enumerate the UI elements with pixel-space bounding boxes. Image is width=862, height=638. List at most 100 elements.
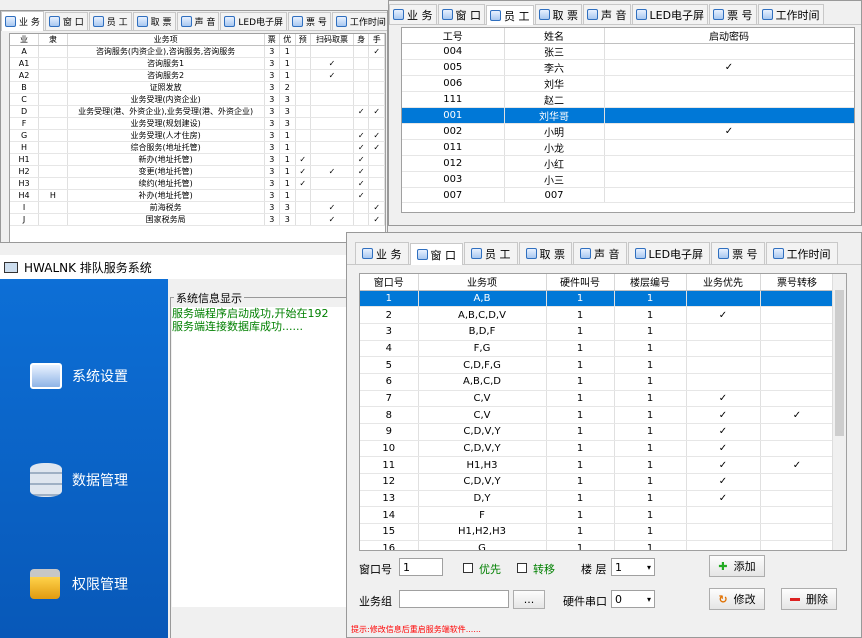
- column-header[interactable]: 票: [264, 34, 280, 46]
- group-field[interactable]: [399, 590, 509, 608]
- column-header[interactable]: 手: [368, 34, 385, 46]
- table-row[interactable]: C 业务受理(内资企业) 3 3: [10, 93, 385, 106]
- table-row[interactable]: 004 张三: [402, 43, 854, 60]
- nav-system-settings[interactable]: 系统设置: [30, 363, 128, 389]
- tab-7[interactable]: 工作时间: [331, 12, 387, 30]
- tab-5[interactable]: LED电子屏: [627, 242, 711, 264]
- add-button[interactable]: ✚ 添加: [709, 555, 765, 577]
- floor-select[interactable]: 1 ▾: [611, 558, 655, 576]
- window-grid[interactable]: 窗口号 业务项 硬件叫号 楼层编号 业务优先 票号转移 1 A,B 1 1 2 A,B,C,D,V 1 1…: [359, 273, 847, 551]
- table-row[interactable]: H3 续约(地址托管) 3 1 ✓ ✓: [10, 177, 385, 190]
- table-row[interactable]: A2 咨询服务2 3 1 ✓: [10, 69, 385, 82]
- table-row[interactable]: 11 H1,H3 1 1 ✓ ✓: [360, 456, 835, 475]
- column-header[interactable]: 窗口号: [360, 274, 419, 291]
- browse-button[interactable]: ...: [513, 590, 545, 609]
- tab-2[interactable]: 员 工: [486, 5, 534, 25]
- transfer-box[interactable]: [517, 563, 527, 573]
- table-row[interactable]: 002 小明 ✓: [402, 123, 854, 140]
- column-header[interactable]: 票号转移: [760, 274, 835, 291]
- tab-3[interactable]: 取 票: [132, 12, 176, 30]
- table-row[interactable]: 4 F,G 1 1: [360, 340, 835, 358]
- tab-3[interactable]: 取 票: [534, 4, 582, 24]
- tab-1[interactable]: 窗 口: [44, 12, 88, 30]
- nav-permission-management[interactable]: 权限管理: [30, 569, 128, 599]
- scrollbar-thumb[interactable]: [835, 290, 844, 436]
- table-row[interactable]: H 综合服务(地址托管) 3 1 ✓ ✓: [10, 141, 385, 154]
- table-row[interactable]: F 业务受理(规划建设) 3 3: [10, 117, 385, 130]
- vertical-scrollbar[interactable]: [832, 274, 846, 550]
- table-row[interactable]: A1 咨询服务1 3 1 ✓: [10, 57, 385, 70]
- column-header[interactable]: 业务项: [418, 274, 547, 291]
- table-row[interactable]: G 业务受理(人才住房) 3 1 ✓ ✓: [10, 129, 385, 142]
- table-row[interactable]: 16 G 1 1: [360, 540, 835, 550]
- table-row[interactable]: 001 刘华哥: [402, 107, 854, 124]
- table-row[interactable]: 005 李六 ✓: [402, 59, 854, 76]
- column-header[interactable]: 工号: [402, 28, 505, 44]
- priority-checkbox[interactable]: 优先: [463, 561, 501, 577]
- tab-4[interactable]: 声 音: [176, 12, 220, 30]
- table-row[interactable]: H1 新办(地址托管) 3 1 ✓ ✓: [10, 153, 385, 166]
- table-row[interactable]: 6 A,B,C,D 1 1: [360, 373, 835, 391]
- nav-data-management[interactable]: 数据管理: [30, 463, 128, 497]
- column-header[interactable]: 预: [295, 34, 311, 46]
- table-row[interactable]: 13 D,Y 1 1 ✓: [360, 490, 835, 508]
- table-row[interactable]: 011 小龙: [402, 139, 854, 156]
- tab-6[interactable]: 票 号: [711, 242, 765, 264]
- window-no-stepper[interactable]: 1: [399, 558, 443, 576]
- table-row[interactable]: D 业务受理(港、外资企业),业务受理(港、外资企业) 3 3 ✓ ✓: [10, 105, 385, 118]
- table-row[interactable]: 2 A,B,C,D,V 1 1 ✓: [360, 306, 835, 324]
- table-row[interactable]: 14 F 1 1: [360, 506, 835, 525]
- column-header[interactable]: 扫码取票: [310, 34, 354, 46]
- table-row[interactable]: 5 C,D,F,G 1 1: [360, 356, 835, 374]
- table-row[interactable]: B 证照发放 3 2: [10, 81, 385, 94]
- tab-1[interactable]: 窗 口: [437, 4, 485, 24]
- tab-5[interactable]: LED电子屏: [631, 4, 709, 24]
- table-row[interactable]: 3 B,D,F 1 1: [360, 323, 835, 341]
- business-grid[interactable]: 业隶业务项票优预扫码取票身手 A 咨询服务(内资企业),咨询服务,咨询服务 3 1 ✓ A1…: [9, 33, 386, 242]
- serial-select[interactable]: 0 ▾: [611, 590, 655, 608]
- table-row[interactable]: A 咨询服务(内资企业),咨询服务,咨询服务 3 1 ✓: [10, 45, 385, 58]
- tab-2[interactable]: 员 工: [88, 12, 132, 30]
- tab-7[interactable]: 工作时间: [757, 4, 824, 24]
- column-header[interactable]: 硬件叫号: [546, 274, 615, 291]
- column-header[interactable]: 业务优先: [686, 274, 761, 291]
- staff-grid[interactable]: 工号 姓名 启动密码 004 张三 005 李六 ✓ 006 刘华 111 赵二 001 刘华哥 002 小明…: [401, 27, 855, 213]
- column-header[interactable]: 启动密码: [604, 28, 854, 44]
- column-header[interactable]: 身: [353, 34, 370, 46]
- table-row[interactable]: 12 C,D,V,Y 1 1 ✓: [360, 473, 835, 491]
- table-row[interactable]: I 前海税务 3 3 ✓ ✓: [10, 201, 385, 214]
- table-row[interactable]: 012 小红: [402, 155, 854, 172]
- table-row[interactable]: 15 H1,H2,H3 1 1: [360, 523, 835, 541]
- column-header[interactable]: 业务项: [67, 34, 265, 46]
- column-header[interactable]: 隶: [38, 34, 68, 46]
- table-row[interactable]: 007 007: [402, 187, 854, 204]
- tab-6[interactable]: 票 号: [709, 4, 757, 24]
- transfer-checkbox[interactable]: 转移: [517, 561, 555, 577]
- table-row[interactable]: H4 H 补办(地址托管) 3 1 ✓: [10, 189, 385, 202]
- column-header[interactable]: 业: [10, 34, 40, 46]
- table-row[interactable]: 10 C,D,V,Y 1 1 ✓: [360, 440, 835, 458]
- tab-0[interactable]: 业 务: [355, 242, 409, 264]
- tab-1[interactable]: 窗 口: [409, 243, 463, 265]
- table-row[interactable]: 003 小三: [402, 171, 854, 188]
- tab-5[interactable]: LED电子屏: [220, 12, 288, 30]
- column-header[interactable]: 楼层编号: [614, 274, 687, 291]
- table-row[interactable]: 111 赵二: [402, 91, 854, 108]
- table-row[interactable]: 1 A,B 1 1: [360, 290, 835, 308]
- tab-0[interactable]: 业 务: [389, 4, 437, 24]
- tab-4[interactable]: 声 音: [573, 242, 627, 264]
- tab-3[interactable]: 取 票: [518, 242, 572, 264]
- edit-button[interactable]: ↻ 修改: [709, 588, 765, 610]
- table-row[interactable]: J 国家税务局 3 3 ✓ ✓: [10, 213, 385, 226]
- tab-4[interactable]: 声 音: [583, 4, 631, 24]
- column-header[interactable]: 优: [279, 34, 296, 46]
- delete-button[interactable]: 删除: [781, 588, 837, 610]
- tab-0[interactable]: 业 务: [1, 11, 44, 31]
- tab-7[interactable]: 工作时间: [765, 242, 838, 264]
- table-row[interactable]: 006 刘华: [402, 75, 854, 92]
- tab-2[interactable]: 员 工: [464, 242, 518, 264]
- priority-box[interactable]: [463, 563, 473, 573]
- table-row[interactable]: 8 C,V 1 1 ✓ ✓: [360, 406, 835, 424]
- table-row[interactable]: 7 C,V 1 1 ✓: [360, 390, 835, 408]
- column-header[interactable]: 姓名: [504, 28, 605, 44]
